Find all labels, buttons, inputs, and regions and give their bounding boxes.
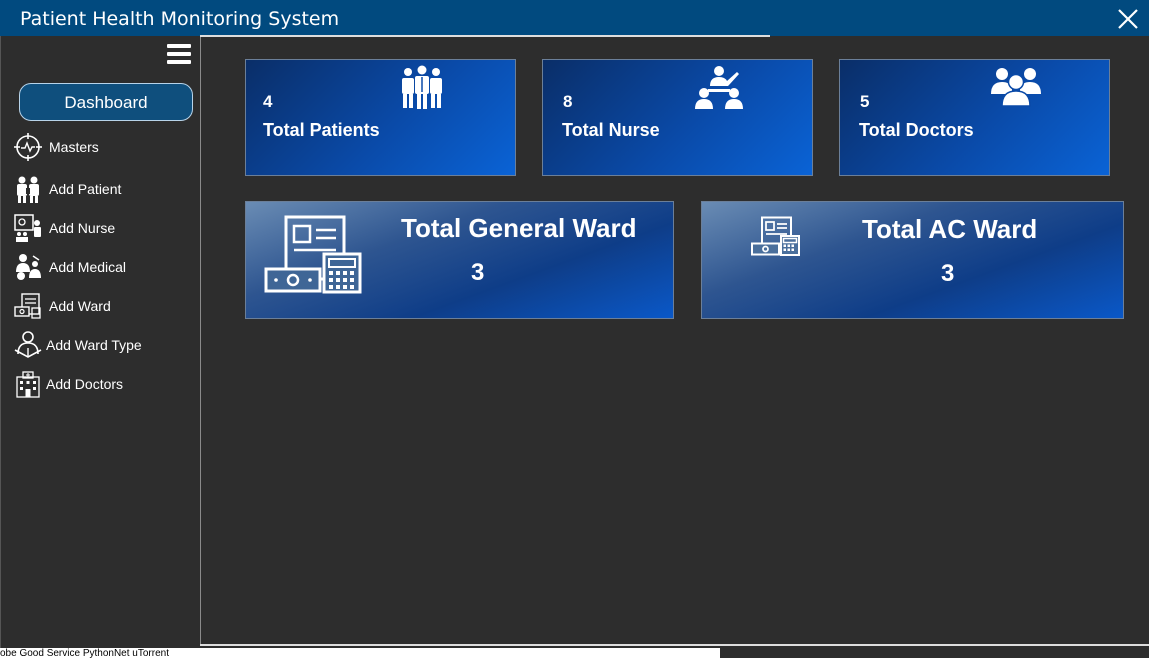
ward-type-icon bbox=[14, 331, 42, 358]
stat-card-nurse[interactable]: 8 Total Nurse bbox=[542, 59, 813, 176]
window-title: Patient Health Monitoring System bbox=[20, 8, 340, 30]
ward-card-ac[interactable]: Total AC Ward 3 bbox=[701, 201, 1124, 319]
close-icon[interactable] bbox=[1115, 6, 1141, 32]
doctors-icon bbox=[16, 371, 40, 398]
ward-title: Total General Ward bbox=[401, 213, 637, 243]
ward-value: 3 bbox=[471, 259, 485, 286]
ward-card-general[interactable]: Total General Ward 3 bbox=[245, 201, 674, 319]
sidebar-item-label: Add Ward Type bbox=[46, 337, 142, 353]
stat-label: Total Patients bbox=[263, 120, 380, 140]
stat-card-patients[interactable]: 4 Total Patients bbox=[245, 59, 516, 176]
ward-value: 3 bbox=[941, 260, 955, 287]
sidebar-item-label: Add Medical bbox=[49, 259, 127, 275]
masters-icon bbox=[14, 133, 42, 161]
sidebar-item-add-nurse[interactable]: Add Nurse bbox=[13, 211, 198, 247]
sidebar-item-masters[interactable]: Masters bbox=[13, 130, 198, 166]
doctors-group-icon bbox=[991, 68, 1041, 107]
patient-icon bbox=[17, 176, 39, 203]
sidebar-item-add-ward-type[interactable]: Add Ward Type bbox=[13, 328, 198, 364]
title-bar: Patient Health Monitoring System bbox=[0, 0, 1149, 36]
invoice-calculator-icon bbox=[751, 216, 800, 256]
content-top-divider bbox=[200, 35, 770, 37]
stat-value: 4 bbox=[263, 92, 273, 111]
sidebar-item-add-ward[interactable]: Add Ward bbox=[13, 289, 198, 325]
nurse-icon bbox=[14, 214, 41, 242]
sidebar-item-label: Add Nurse bbox=[49, 220, 116, 236]
ward-icon bbox=[14, 293, 41, 319]
background-taskbar-strip: obe Good Service PythonNet uTorrent bbox=[0, 648, 720, 658]
medical-icon bbox=[16, 254, 41, 280]
ward-title: Total AC Ward bbox=[862, 214, 1038, 244]
sidebar-item-add-medical[interactable]: Add Medical bbox=[13, 250, 198, 286]
stat-label: Total Nurse bbox=[562, 120, 660, 140]
invoice-calculator-icon bbox=[264, 215, 362, 294]
sidebar-item-add-doctors[interactable]: Add Doctors bbox=[13, 367, 198, 403]
stat-value: 8 bbox=[563, 92, 573, 111]
stat-value: 5 bbox=[860, 92, 870, 111]
sidebar-item-label: Add Doctors bbox=[46, 376, 124, 392]
sidebar-item-label: Add Patient bbox=[49, 181, 122, 197]
sidebar-item-label: Add Ward bbox=[49, 298, 111, 314]
sidebar-item-label: Masters bbox=[49, 139, 99, 155]
nurse-team-icon bbox=[695, 66, 743, 109]
dashboard-button[interactable]: Dashboard bbox=[19, 83, 193, 121]
stat-label: Total Doctors bbox=[859, 120, 974, 140]
stat-card-doctors[interactable]: 5 Total Doctors bbox=[839, 59, 1110, 176]
patients-group-icon bbox=[402, 65, 442, 109]
sidebar: Dashboard Masters Add Patient Add Nurse … bbox=[0, 36, 201, 658]
sidebar-item-add-patient[interactable]: Add Patient bbox=[13, 172, 198, 208]
menu-toggle-icon[interactable] bbox=[167, 44, 191, 64]
